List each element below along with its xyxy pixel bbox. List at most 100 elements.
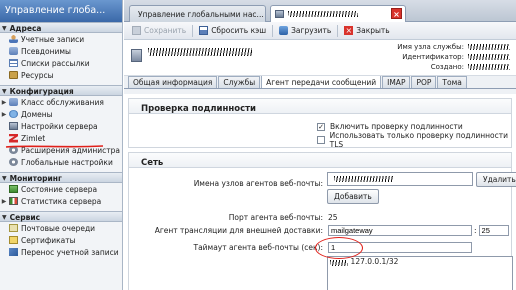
nav-distribution-lists[interactable]: Списки рассылки (0, 57, 122, 69)
relay-port-input[interactable] (478, 225, 509, 236)
meta-value (468, 52, 512, 62)
section-header-service[interactable]: ▼ Сервис (0, 211, 122, 222)
nav-label: Почтовые очереди (21, 223, 96, 233)
web-agent-port-label: Порт агента веб-почты: (228, 213, 323, 222)
resource-icon (9, 71, 18, 79)
close-button[interactable]: × Закрыть (340, 24, 393, 38)
auth-group: Проверка подлинности ✓ Включить проверку… (128, 98, 512, 149)
certificate-icon (9, 236, 18, 244)
nav-global-settings[interactable]: Глобальные настройки (0, 156, 122, 168)
expand-arrow-icon[interactable]: ▶ (0, 99, 8, 106)
add-button[interactable]: Добавить (327, 189, 379, 204)
toolbar-separator (337, 24, 339, 37)
flush-cache-button[interactable]: Сбросить кэш (195, 24, 270, 38)
nav-label: Состояние сервера (21, 184, 98, 194)
subtab-mta[interactable]: Агент передачи сообщений (261, 75, 382, 88)
expand-arrow-icon[interactable]: ▶ (0, 111, 8, 118)
nav-label: Перенос учетной записи (21, 247, 119, 257)
close-label: Закрыть (356, 26, 390, 35)
section-label: Конфигурация (9, 86, 74, 96)
nav-label: Псевдонимы (21, 46, 71, 56)
cos-icon (9, 98, 18, 106)
tab-server[interactable]: × (270, 5, 406, 22)
web-agent-hosts-list[interactable] (327, 172, 473, 186)
subtab-volumes[interactable]: Тома (437, 76, 467, 88)
server-icon (275, 10, 284, 18)
section-label: Мониторинг (9, 173, 62, 183)
section-header-monitoring[interactable]: ▼ Мониторинг (0, 172, 122, 183)
nav-label: Ресурсы (21, 70, 54, 80)
nav-domains[interactable]: ▶ Домены (0, 108, 122, 120)
download-icon (279, 26, 289, 35)
subtab-general[interactable]: Общая информация (128, 76, 218, 88)
meta-row: Идентификатор: (372, 52, 512, 62)
tls-only-row: Использовать только проверку подлинности… (317, 130, 511, 149)
tls-only-checkbox[interactable] (317, 135, 325, 144)
collapse-arrow-icon[interactable]: ▼ (2, 175, 7, 182)
nav-aliases[interactable]: Псевдонимы (0, 45, 122, 57)
network-entry: 127.0.0.1/32 (350, 257, 399, 266)
nav-admin-extensions[interactable]: Расширения администра (0, 144, 122, 156)
load-button[interactable]: Загрузить (275, 24, 335, 38)
subtab-services[interactable]: Службы (218, 76, 261, 88)
timeout-label: Таймаут агента веб-почты (сек): (193, 243, 323, 252)
nav-server-status[interactable]: Состояние сервера (0, 183, 122, 195)
meta-row: Имя узла службы: (372, 42, 512, 52)
section-header-addresses[interactable]: ▼ Адреса (0, 22, 122, 33)
queue-icon (9, 224, 18, 232)
nav-certificates[interactable]: Сертификаты (0, 234, 122, 246)
server-name (148, 47, 252, 58)
collapse-arrow-icon[interactable]: ▼ (2, 88, 7, 95)
nav-resources[interactable]: Ресурсы (0, 69, 122, 81)
extension-icon (9, 146, 18, 154)
close-tab-icon[interactable]: × (391, 8, 402, 19)
gear-icon (9, 158, 18, 166)
nav-mail-queues[interactable]: Почтовые очереди (0, 222, 122, 234)
app-tab-bar: Управление глобальными нас... × (124, 0, 516, 22)
close-icon: × (344, 26, 354, 35)
web-agent-hosts-row: Имена узлов агентов веб-почты: (129, 177, 328, 190)
delete-button[interactable]: Удалить (476, 172, 516, 187)
subtab-imap[interactable]: IMAP (382, 76, 411, 88)
nav-accounts[interactable]: Учетные записи (0, 33, 122, 45)
flush-cache-label: Сбросить кэш (211, 26, 267, 35)
stats-icon (9, 197, 18, 205)
nav-label: Сертификаты (21, 235, 76, 245)
migration-icon (9, 248, 18, 256)
server-icon (131, 49, 142, 62)
list-icon (9, 59, 18, 67)
nav-class-of-service[interactable]: ▶ Класс обслуживания (0, 96, 122, 108)
nav-label: Учетные записи (21, 34, 85, 44)
nav-server-settings[interactable]: Настройки сервера (0, 120, 122, 132)
toolbar: Сохранить Сбросить кэш Загрузить × Закры… (124, 22, 516, 40)
nav-account-migration[interactable]: Перенос учетной записи (0, 246, 122, 258)
section-label: Сервис (9, 212, 41, 222)
enable-auth-checkbox[interactable]: ✓ (317, 122, 325, 131)
expand-arrow-icon[interactable]: ▶ (0, 198, 8, 205)
subtab-pop[interactable]: POP (411, 76, 437, 88)
subtab-bar: Общая информация Службы Агент передачи с… (124, 75, 516, 89)
nav-server-stats[interactable]: ▶ Статистика сервера (0, 195, 122, 207)
mta-settings-content: Проверка подлинности ✓ Включить проверку… (124, 94, 516, 290)
app-title: Управление глоба... (0, 0, 122, 22)
nav-label: Класс обслуживания (21, 97, 104, 107)
relay-host-input[interactable] (328, 225, 472, 236)
timeout-input[interactable] (328, 242, 472, 253)
network-list[interactable]: 127.0.0.1/32 (327, 256, 513, 290)
collapse-arrow-icon[interactable]: ▼ (2, 25, 7, 32)
load-label: Загрузить (291, 26, 332, 35)
nav-label: Списки рассылки (21, 58, 90, 68)
relay-label: Агент трансляции для внешней доставки: (154, 226, 323, 235)
redacted-tab-name (288, 11, 358, 17)
status-icon (9, 185, 18, 193)
nav-zimlet[interactable]: Zimlet (0, 132, 122, 144)
save-button[interactable]: Сохранить (128, 24, 190, 38)
meta-label: Имя узла службы: (397, 43, 464, 51)
collapse-arrow-icon[interactable]: ▼ (2, 214, 7, 221)
globe-icon (9, 110, 18, 118)
meta-label: Идентификатор: (402, 53, 464, 61)
section-header-configuration[interactable]: ▼ Конфигурация (0, 85, 122, 96)
tls-only-label: Использовать только проверку подлинности… (329, 130, 508, 149)
network-group: Сеть Удалить Имена узлов агентов веб-поч… (128, 152, 516, 290)
tab-global-settings[interactable]: Управление глобальными нас... (129, 5, 266, 22)
